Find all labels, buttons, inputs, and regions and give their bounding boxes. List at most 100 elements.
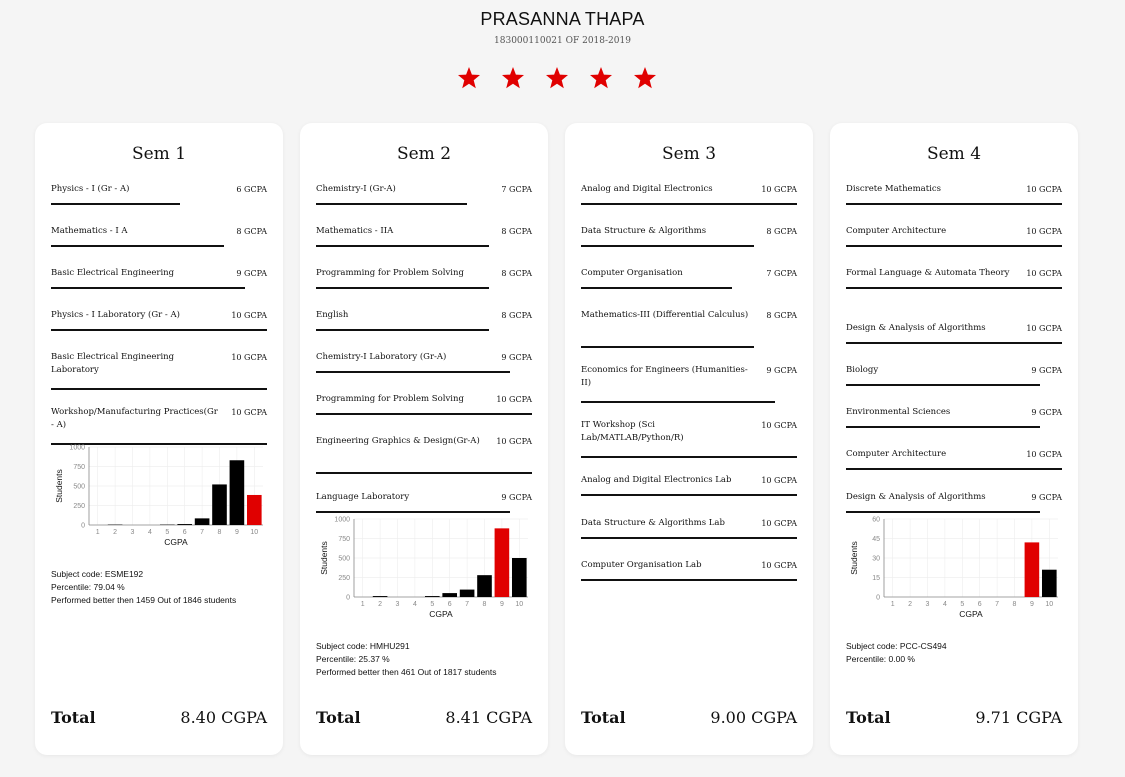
subject-name: English <box>316 310 349 320</box>
subject-divider <box>846 426 1040 428</box>
total-label: Total <box>846 708 891 727</box>
x-tick-label: 9 <box>1030 601 1034 608</box>
bar-cgpa-6[interactable] <box>177 524 193 525</box>
semester-card-3: Sem 3 Analog and Digital Electronics 10 GC… <box>565 123 813 755</box>
subject-row[interactable]: Basic Electrical Engineering Laboratory 1… <box>51 351 267 390</box>
subject-row[interactable]: Programming for Problem Solving 8 GCPA <box>316 267 532 289</box>
subject-divider <box>581 456 797 458</box>
x-tick-label: 3 <box>926 601 930 608</box>
subject-name: Chemistry-I (Gr-A) <box>316 184 396 194</box>
subject-row[interactable]: Chemistry-I (Gr-A) 7 GCPA <box>316 183 532 205</box>
subject-row[interactable]: Mathematics - IIA 8 GCPA <box>316 225 532 247</box>
subject-row[interactable]: Programming for Problem Solving 10 GCPA <box>316 393 532 415</box>
bar-cgpa-9[interactable] <box>229 460 245 525</box>
x-tick-label: 1 <box>891 601 895 608</box>
subject-grade: 10 GCPA <box>496 395 532 404</box>
subject-divider <box>846 287 1062 289</box>
star-icon <box>634 67 656 89</box>
x-axis-label: CGPA <box>959 609 983 619</box>
subject-divider <box>846 245 1062 247</box>
bar-cgpa-6[interactable] <box>442 593 458 597</box>
subject-row[interactable]: Workshop/Manufacturing Practices(Gr - A)… <box>51 406 267 445</box>
bar-cgpa-7[interactable] <box>459 589 475 597</box>
stat-percentile: Percentile: 0.00 % <box>846 654 915 664</box>
subject-row[interactable]: Mathematics - I A 8 GCPA <box>51 225 267 247</box>
cgpa-distribution-chart: 0 250 500 750 1000 1 2 3 4 5 6 7 8 9 10 CGPA Students <box>319 517 528 619</box>
subject-row[interactable]: English 8 GCPA <box>316 309 532 331</box>
subject-row[interactable]: Computer Architecture 10 GCPA <box>846 448 1062 470</box>
y-tick-label: 30 <box>872 556 880 563</box>
subject-row[interactable]: Formal Language & Automata Theory 10 GCPA <box>846 267 1062 289</box>
bar-cgpa-10[interactable] <box>246 494 262 525</box>
subject-divider <box>581 494 797 496</box>
subject-row[interactable]: Data Structure & Algorithms Lab 10 GCPA <box>581 517 797 539</box>
stat-percentile: Percentile: 79.04 % <box>51 582 125 592</box>
x-tick-label: 2 <box>378 601 382 608</box>
subject-row[interactable]: Mathematics-III (Differential Calculus) 8… <box>581 309 797 348</box>
subject-row[interactable]: Computer Organisation Lab 10 GCPA <box>581 559 797 581</box>
subject-row[interactable]: Physics - I (Gr - A) 6 GCPA <box>51 183 267 205</box>
subject-row[interactable]: Analog and Digital Electronics 10 GCPA <box>581 183 797 205</box>
subject-row[interactable]: Chemistry-I Laboratory (Gr-A) 9 GCPA <box>316 351 532 373</box>
y-tick-label: 0 <box>81 523 85 530</box>
subject-divider <box>51 287 245 289</box>
subject-row[interactable]: Economics for Engineers (Humanities-II) 9… <box>581 364 797 403</box>
subject-grade: 10 GCPA <box>1026 227 1062 236</box>
bar-cgpa-5[interactable] <box>424 596 440 597</box>
stat-subject-code: Subject code: ESME192 <box>51 569 144 579</box>
subject-row[interactable]: Analog and Digital Electronics Lab 10 GCP… <box>581 474 797 496</box>
subject-grade: 10 GCPA <box>761 185 797 194</box>
subject-row[interactable]: Physics - I Laboratory (Gr - A) 10 GCPA <box>51 309 267 331</box>
x-tick-label: 8 <box>1013 601 1017 608</box>
x-tick-label: 6 <box>448 601 452 608</box>
subject-grade: 10 GCPA <box>231 311 267 320</box>
subject-divider <box>51 329 267 331</box>
cgpa-distribution-chart: 0153045601 2 3 4 5 6 7 8 9 10CGPAStudents <box>849 517 1058 619</box>
x-tick-label: 1 <box>361 601 365 608</box>
subject-row[interactable]: IT Workshop (Sci Lab/MATLAB/Python/R) 10 … <box>581 419 797 458</box>
subject-divider <box>51 245 224 247</box>
subject-name: Basic Electrical Engineering <box>51 268 175 278</box>
bar-cgpa-2[interactable] <box>372 596 388 597</box>
subject-row[interactable]: Engineering Graphics & Design(Gr-A) 10 GC… <box>316 435 532 474</box>
subject-row[interactable]: Data Structure & Algorithms 8 GCPA <box>581 225 797 247</box>
student-name: PRASANNA THAPA <box>480 9 645 29</box>
subject-grade: 9 GCPA <box>1031 493 1062 502</box>
y-tick-label: 250 <box>73 503 85 510</box>
subject-name: Engineering Graphics & Design(Gr-A) <box>316 436 480 446</box>
bar-cgpa-10[interactable] <box>511 558 527 597</box>
subject-row[interactable]: Language Laboratory 9 GCPA <box>316 491 532 513</box>
total-label: Total <box>51 708 96 727</box>
bar-cgpa-7[interactable] <box>194 518 210 525</box>
x-tick-label: 4 <box>413 601 417 608</box>
subject-row[interactable]: Computer Architecture 10 GCPA <box>846 225 1062 247</box>
stat-performed: Performed better then 1459 Out of 1846 s… <box>51 595 237 605</box>
bar-cgpa-8[interactable] <box>477 575 492 597</box>
subject-grade: 8 GCPA <box>501 227 532 236</box>
bar-cgpa-9[interactable] <box>1024 542 1040 597</box>
subject-name: Basic Electrical Engineering Laboratory <box>51 352 175 375</box>
subject-row[interactable]: Design & Analysis of Algorithms 9 GCPA <box>846 491 1062 513</box>
bar-cgpa-8[interactable] <box>212 484 227 525</box>
bar-cgpa-9[interactable] <box>494 528 510 597</box>
subject-grade: 8 GCPA <box>501 311 532 320</box>
subject-grade: 10 GCPA <box>496 437 532 446</box>
y-tick-label: 1000 <box>69 445 85 452</box>
subject-row[interactable]: Design & Analysis of Algorithms 10 GCPA <box>846 322 1062 344</box>
subject-row[interactable]: Basic Electrical Engineering 9 GCPA <box>51 267 267 289</box>
x-tick-label: 3 <box>396 601 400 608</box>
bar-cgpa-10[interactable] <box>1041 569 1057 597</box>
y-tick-label: 60 <box>872 517 880 524</box>
subject-grade: 10 GCPA <box>1026 450 1062 459</box>
subject-row[interactable]: Environmental Sciences 9 GCPA <box>846 406 1062 428</box>
total-cgpa: 8.41 CGPA <box>445 708 532 727</box>
subject-name: Mathematics-III (Differential Calculus) <box>581 310 749 320</box>
semester-card-4: Sem 4 Discrete Mathematics 10 GCPA Computer… <box>830 123 1078 755</box>
subject-row[interactable]: Biology 9 GCPA <box>846 364 1062 386</box>
subject-grade: 10 GCPA <box>1026 269 1062 278</box>
x-tick-label: 4 <box>943 601 947 608</box>
cgpa-distribution-chart: 0 250 500 750 1000 1 2 3 4 5 6 7 8 9 10 CGPA Students <box>54 445 263 547</box>
subject-row[interactable]: Discrete Mathematics 10 GCPA <box>846 183 1062 205</box>
subject-row[interactable]: Computer Organisation 7 GCPA <box>581 267 797 289</box>
x-tick-label: 10 <box>515 601 523 608</box>
